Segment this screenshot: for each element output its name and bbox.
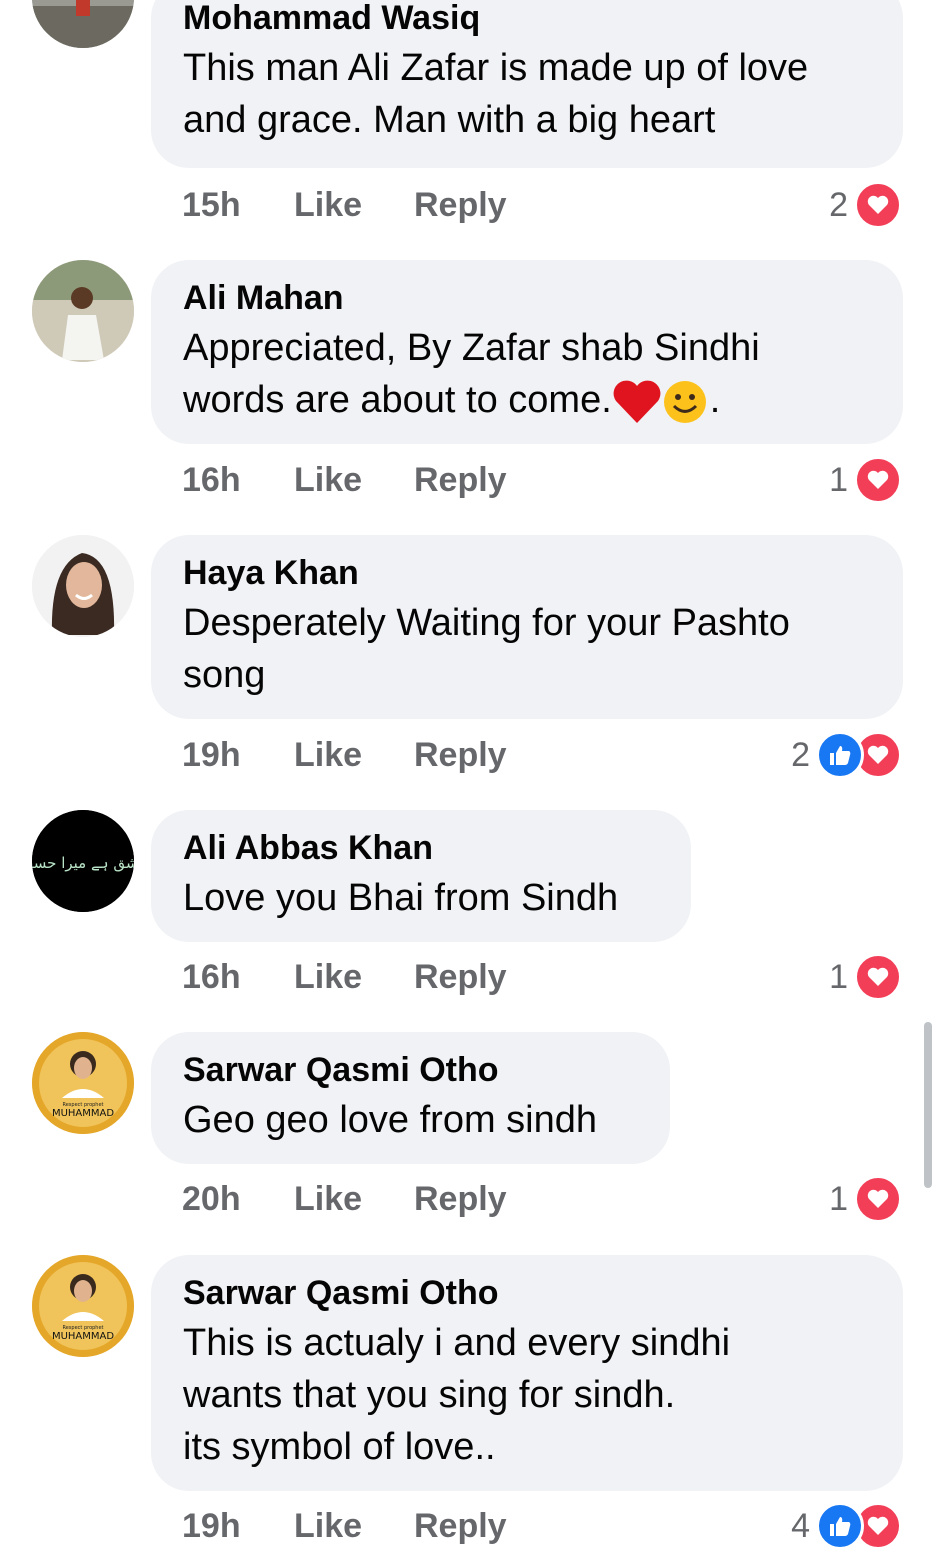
avatar[interactable] [32, 0, 134, 48]
reply-button[interactable]: Reply [414, 1180, 507, 1219]
comment-author[interactable]: Ali Mahan [183, 278, 871, 318]
reply-button[interactable]: Reply [414, 736, 507, 775]
love-reaction-icon [854, 953, 902, 1001]
avatar-photo-icon [32, 260, 134, 362]
avatar-photo-icon [32, 535, 134, 637]
avatar-calligraphy-text: عشق ہے میرا حسین [32, 854, 134, 872]
reaction-count: 1 [829, 460, 848, 499]
heart-emoji-icon [612, 379, 662, 425]
avatar-badge-title: MUHAMMAD [52, 1108, 114, 1119]
comment-text: This is actualy i and every sindhi wants… [183, 1322, 731, 1468]
comment-timestamp[interactable]: 16h [182, 461, 294, 500]
reactions-summary[interactable]: 1 [829, 953, 902, 1001]
avatar[interactable] [32, 535, 134, 637]
avatar[interactable]: Respect prophet MUHAMMAD [32, 1255, 134, 1357]
comment-text-end: . [709, 379, 721, 421]
reactions-summary[interactable]: 2 [829, 181, 902, 229]
avatar[interactable]: عشق ہے میرا حسین [32, 810, 134, 912]
like-button[interactable]: Like [294, 1180, 414, 1219]
reply-button[interactable]: Reply [414, 1507, 507, 1546]
avatar-photo-icon [32, 0, 134, 48]
comment-timestamp[interactable]: 16h [182, 958, 294, 997]
comment-bubble: Ali Mahan Appreciated, By Zafar shab Sin… [151, 260, 903, 444]
like-button[interactable]: Like [294, 186, 414, 225]
love-reaction-icon [854, 181, 902, 229]
avatar[interactable]: Respect prophet MUHAMMAD [32, 1032, 134, 1134]
comment-text: Appreciated, By Zafar shab Sindhi words … [183, 322, 871, 426]
reply-button[interactable]: Reply [414, 461, 507, 500]
avatar-badge-icon: Respect prophet MUHAMMAD [32, 1032, 134, 1134]
reaction-count: 4 [791, 1506, 810, 1545]
comment-author[interactable]: Ali Abbas Khan [183, 828, 659, 868]
reply-button[interactable]: Reply [414, 186, 507, 225]
reactions-summary[interactable]: 2 [791, 731, 902, 779]
comment-text: Desperately Waiting for your Pashto song [183, 602, 790, 696]
comment-author[interactable]: Sarwar Qasmi Otho [183, 1050, 638, 1090]
comment-timestamp[interactable]: 20h [182, 1180, 294, 1219]
like-reaction-icon [816, 731, 864, 779]
reactions-summary[interactable]: 1 [829, 1175, 902, 1223]
comment-bubble: Sarwar Qasmi Otho Geo geo love from sind… [151, 1032, 670, 1164]
comment-bubble: Ali Abbas Khan Love you Bhai from Sindh [151, 810, 691, 942]
like-button[interactable]: Like [294, 461, 414, 500]
reaction-count: 2 [829, 185, 848, 224]
comment-author[interactable]: Haya Khan [183, 553, 871, 593]
reactions-summary[interactable]: 4 [791, 1502, 902, 1550]
scrollbar[interactable] [924, 1022, 932, 1188]
like-reaction-icon [816, 1502, 864, 1550]
love-reaction-icon [854, 456, 902, 504]
comment-bubble: Haya Khan Desperately Waiting for your P… [151, 535, 903, 719]
reaction-count: 1 [829, 1179, 848, 1218]
love-reaction-icon [854, 1175, 902, 1223]
comment-author[interactable]: Sarwar Qasmi Otho [183, 1273, 871, 1313]
avatar-calligraphy-icon: عشق ہے میرا حسین [32, 810, 134, 912]
reply-button[interactable]: Reply [414, 958, 507, 997]
avatar-badge-title: MUHAMMAD [52, 1331, 114, 1342]
reaction-count: 1 [829, 957, 848, 996]
comment-bubble: Mohammad Wasiq This man Ali Zafar is mad… [151, 0, 903, 168]
like-button[interactable]: Like [294, 958, 414, 997]
comment-text: Love you Bhai from Sindh [183, 877, 619, 919]
comment-text: This man Ali Zafar is made up of love an… [183, 47, 809, 141]
comment-timestamp[interactable]: 15h [182, 186, 294, 225]
comment-timestamp[interactable]: 19h [182, 1507, 294, 1546]
like-button[interactable]: Like [294, 1507, 414, 1546]
reactions-summary[interactable]: 1 [829, 456, 902, 504]
like-button[interactable]: Like [294, 736, 414, 775]
avatar[interactable] [32, 260, 134, 362]
comment-bubble: Sarwar Qasmi Otho This is actualy i and … [151, 1255, 903, 1491]
comment-author[interactable]: Mohammad Wasiq [183, 0, 871, 38]
smile-emoji-icon [662, 379, 710, 425]
avatar-badge-icon: Respect prophet MUHAMMAD [32, 1255, 134, 1357]
reaction-count: 2 [791, 735, 810, 774]
comment-text: Geo geo love from sindh [183, 1099, 598, 1141]
comment-timestamp[interactable]: 19h [182, 736, 294, 775]
